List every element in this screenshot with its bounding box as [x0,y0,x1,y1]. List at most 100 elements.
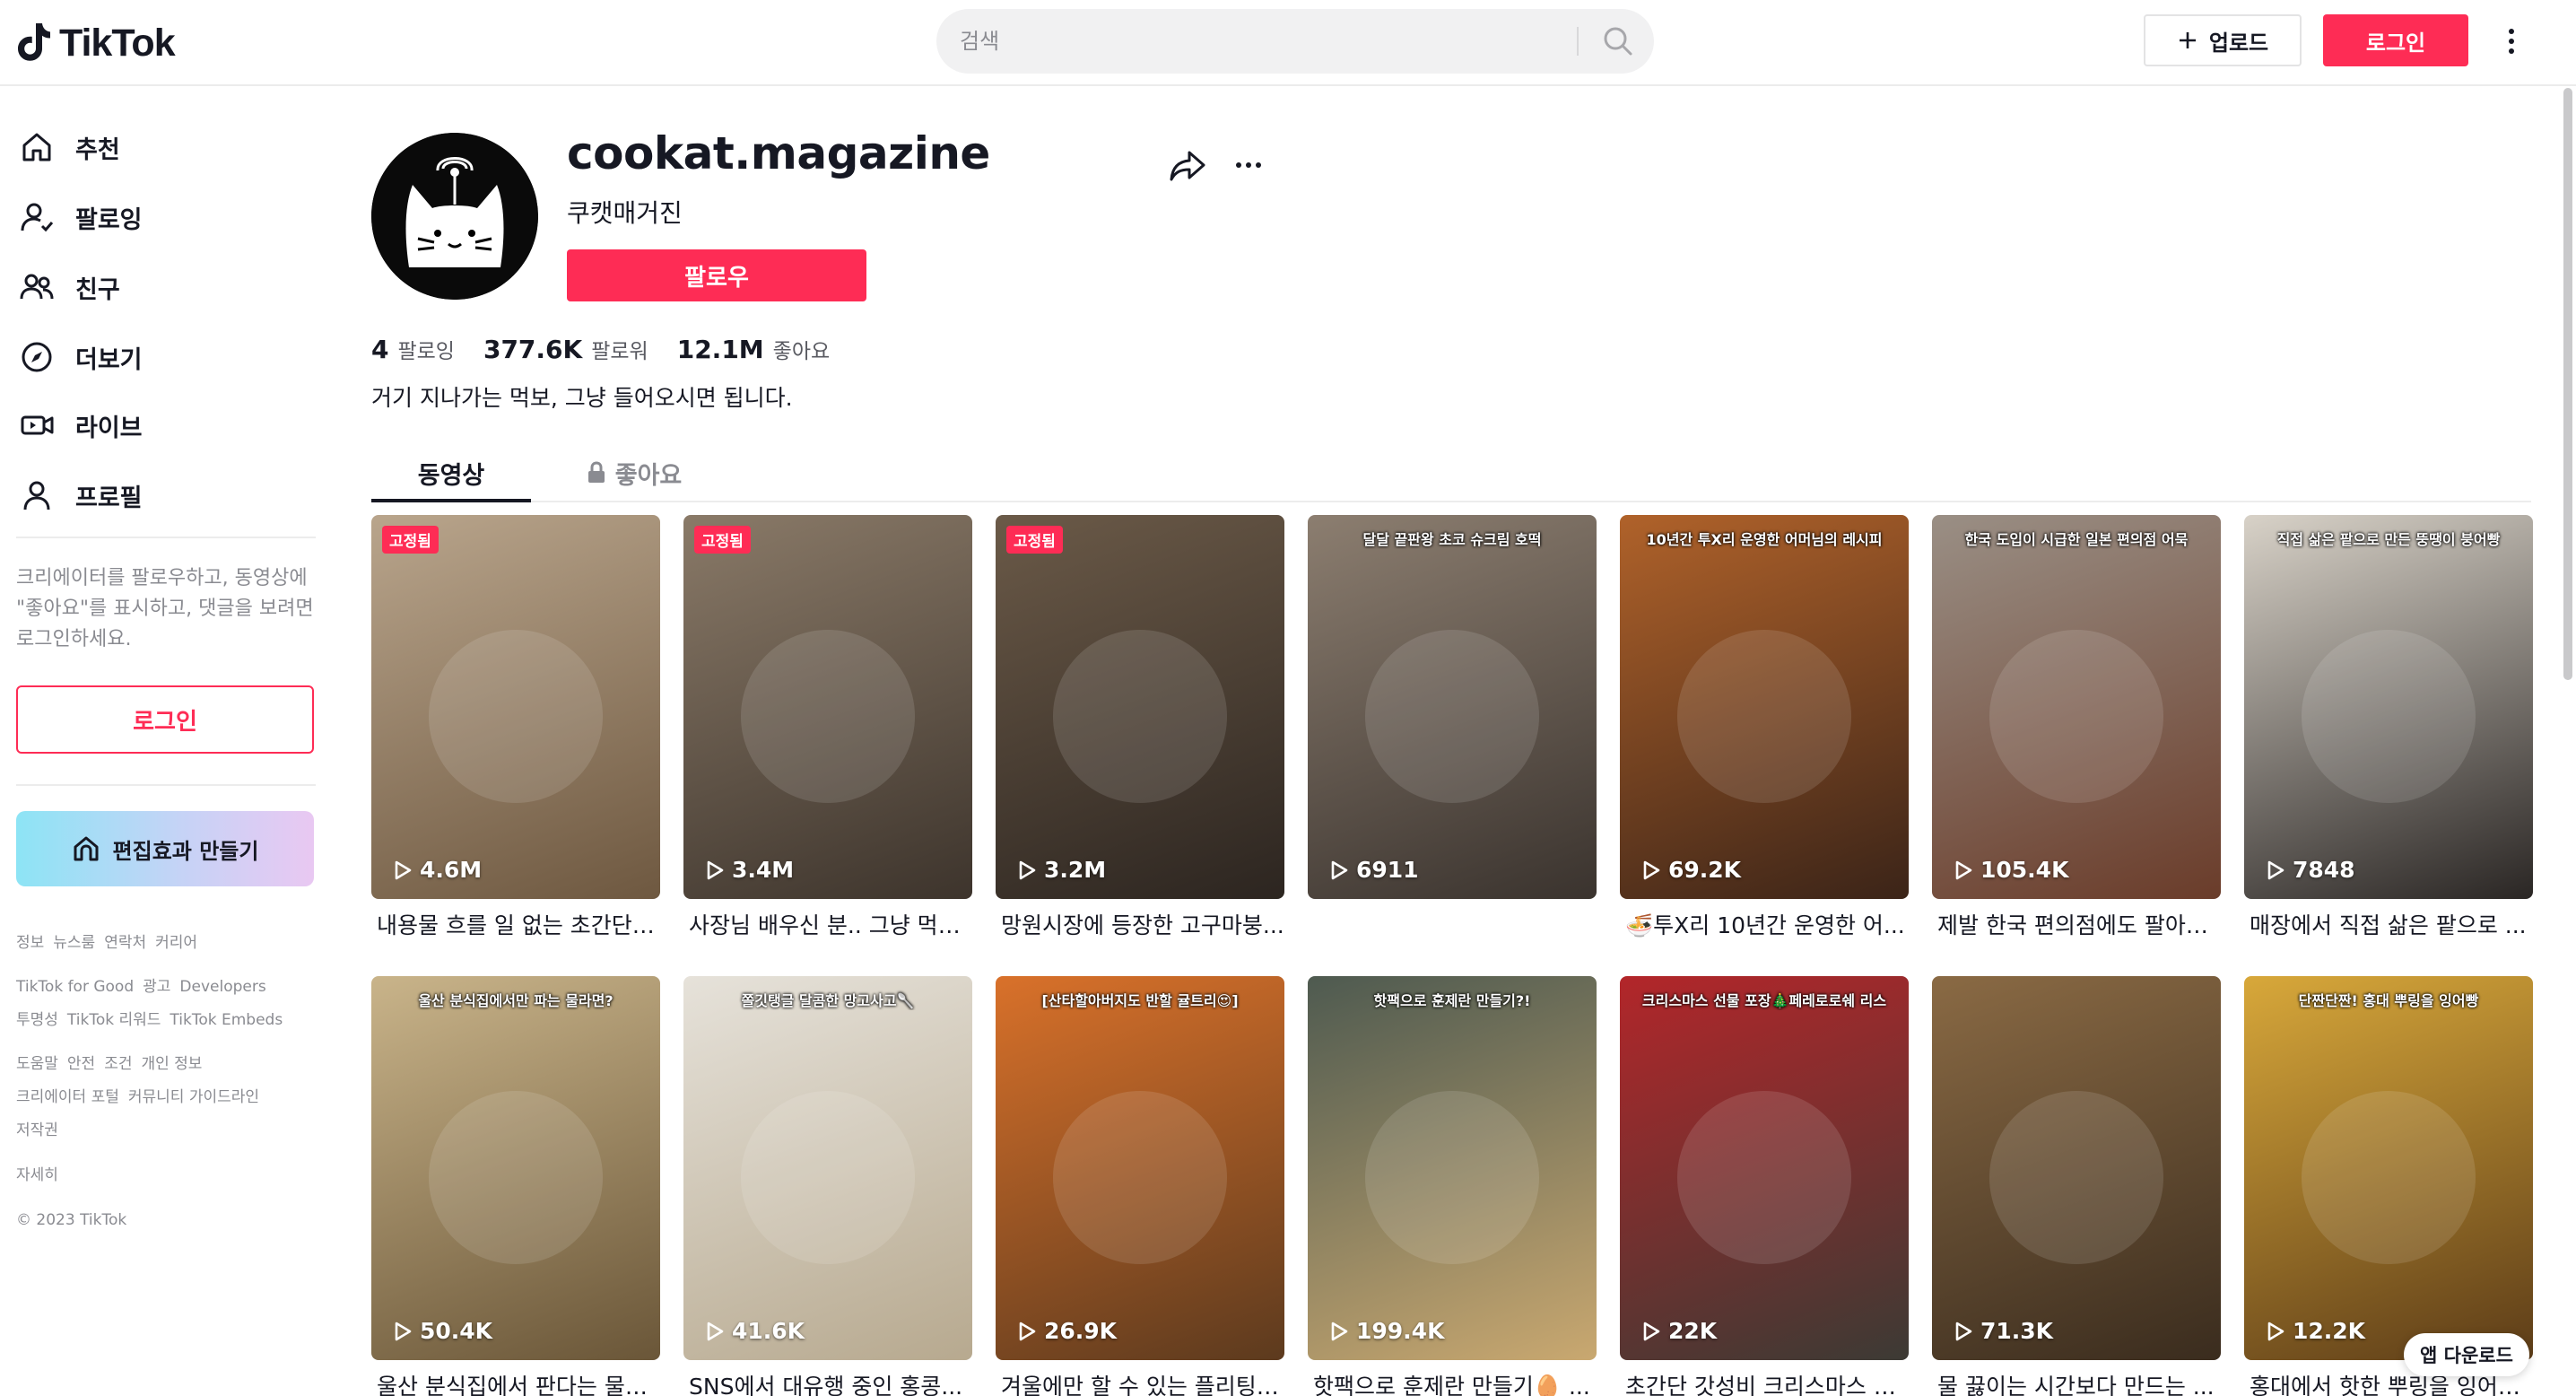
thumbnail-image [1053,630,1227,803]
video-thumbnail[interactable]: 고정됨 3.4M [683,515,972,899]
video-caption[interactable]: 초간단 갓성비 크리스마스 선... [1625,1369,1909,1396]
footer-link[interactable]: TikTok Embeds [170,1011,283,1029]
footer-link[interactable]: TikTok for Good [16,978,134,996]
play-count-value: 69.2K [1668,857,1742,883]
video-caption[interactable]: 겨울에만 할 수 있는 플리팅 ... [1001,1369,1284,1396]
sidebar-item-friends[interactable]: 친구 [16,260,321,314]
copyright: © 2023 TikTok [16,1208,321,1232]
play-count-value: 50.4K [420,1318,493,1344]
footer-link[interactable]: 개인 정보 [141,1055,202,1073]
footer-link[interactable]: 커리어 [155,934,197,952]
video-caption[interactable]: 내용물 흐를 일 없는 초간단 ... [377,908,660,940]
sidebar-item-label: 프로필 [75,484,143,512]
create-effects-button[interactable]: 편집효과 만들기 [16,811,314,886]
footer-link[interactable]: 저작권 [16,1121,58,1139]
dot [1236,162,1241,168]
explore-icon [16,336,57,378]
sidebar-item-profile[interactable]: 프로필 [16,468,321,522]
video-thumbnail[interactable]: 71.3K [1932,976,2221,1360]
profile-tabs: 동영상 좋아요 [371,445,2531,502]
play-count: 71.3K [1954,1318,2053,1344]
search-button[interactable] [1582,9,1654,74]
sidebar-item-following[interactable]: 팔로잉 [16,190,321,244]
search-icon [1604,27,1632,56]
video-thumbnail[interactable]: 직접 삶은 팥으로 만든 뚱땡이 붕어빵 7848 [2244,515,2533,899]
search-input[interactable] [960,9,1588,74]
video-thumbnail[interactable]: 단짠단짠! 홍대 뿌링을 잉어빵 12.2K [2244,976,2533,1360]
scrollbar[interactable] [2563,88,2572,680]
footer-link[interactable]: 연락처 [104,934,146,952]
play-count: 199.4K [1329,1318,1444,1344]
logo-text: TikTok [59,21,176,65]
thumbnail-image [1365,630,1539,803]
effect-house-icon [74,836,99,861]
follow-button[interactable]: 팔로우 [567,249,866,301]
video-caption[interactable]: 사장님 배우신 분.. 그냥 먹어... [689,908,972,940]
footer-link[interactable]: 투명성 [16,1011,58,1029]
sidebar-item-live[interactable]: 라이브 [16,398,321,452]
thumbnail-image [1989,630,2163,803]
upload-button[interactable]: 업로드 [2144,14,2302,66]
footer-link[interactable]: 조건 [104,1055,132,1073]
video-thumbnail[interactable]: 크리스마스 선물 포장🎄페레로로쉐 리스 22K [1620,976,1909,1360]
play-count: 26.9K [1017,1318,1117,1344]
play-count-value: 105.4K [1980,857,2069,883]
share-button[interactable] [1168,145,1207,185]
video-thumbnail[interactable]: 10년간 투X리 운영한 어머님의 레시피 69.2K [1620,515,1909,899]
tiktok-logo[interactable]: TikTok [16,20,176,66]
thumbnail-image [741,1091,915,1264]
footer-link[interactable]: TikTok 리워드 [67,1011,161,1029]
footer-link[interactable]: 크리에이터 포털 [16,1088,119,1106]
footer-link[interactable]: 커뮤니티 가이드라인 [128,1088,259,1106]
profile-icon [16,475,57,516]
footer-link[interactable]: 뉴스룸 [53,934,95,952]
thumbnail-overlay-text: 쫄깃탱글 달콤한 망고사고🥄 [741,992,915,1009]
video-thumbnail[interactable]: 고정됨 4.6M [371,515,660,899]
followers-stat[interactable]: 377.6K 팔로워 [483,334,648,364]
video-caption[interactable]: 🍜투X리 10년간 운영한 어... [1625,908,1909,940]
footer-link[interactable]: 도움말 [16,1055,58,1073]
sidebar-item-explore[interactable]: 더보기 [16,330,321,384]
profile-stats: 4 팔로잉 377.6K 팔로워 12.1M 좋아요 [371,334,830,364]
login-button-sidebar[interactable]: 로그인 [16,685,314,754]
thumbnail-overlay-text: 울산 분식집에서만 파는 물라면? [418,992,614,1009]
footer-links-row: 크리에이터 포털 커뮤니티 가이드라인 [16,1086,321,1109]
video-thumbnail[interactable]: 달달 끝판왕 초코 슈크림 호떡 6911 [1308,515,1597,899]
video-caption[interactable]: 망원시장에 등장한 고구마붕... [1001,908,1284,940]
sidebar-item-for-you[interactable]: 추천 [16,120,321,174]
video-caption[interactable]: SNS에서 대유행 중인 홍콩... [689,1369,972,1396]
video-thumbnail[interactable]: 한국 도입이 시급한 일본 편의점 어묵 105.4K [1932,515,2221,899]
video-caption[interactable]: 울산 분식집에서 판다는 물라... [377,1369,660,1396]
video-caption[interactable]: 제발 한국 편의점에도 팔아줬... [1937,908,2221,940]
play-count: 12.2K [2266,1318,2365,1344]
login-button-header[interactable]: 로그인 [2323,14,2468,66]
video-caption[interactable]: 매장에서 직접 삶은 팥으로 ... [2250,908,2533,940]
footer-link[interactable]: 자세히 [16,1166,58,1184]
dot [2509,29,2514,34]
app-download-button[interactable]: 앱 다운로드 [2404,1333,2529,1376]
play-count: 4.6M [393,857,482,883]
video-caption[interactable]: 핫팩으로 훈제란 만들기🥚 ... [1313,1369,1597,1396]
footer-link[interactable]: 정보 [16,934,44,952]
video-thumbnail[interactable]: 울산 분식집에서만 파는 물라면? 50.4K [371,976,660,1360]
video-thumbnail[interactable]: 쫄깃탱글 달콤한 망고사고🥄 41.6K [683,976,972,1360]
footer-link[interactable]: Developers [179,978,265,996]
profile-more-button[interactable] [1229,145,1268,185]
following-count: 4 [371,335,389,364]
following-stat[interactable]: 4 팔로잉 [371,334,455,364]
video-thumbnail[interactable]: 핫팩으로 훈제란 만들기?! 199.4K [1308,976,1597,1360]
tab-videos[interactable]: 동영상 [371,445,531,501]
video-thumbnail[interactable]: [산타할아버지도 반할 귤트리😍] 26.9K [996,976,1284,1360]
avatar[interactable] [371,133,538,300]
tiktok-logo-icon [18,23,50,61]
play-icon [395,1322,412,1340]
footer-link[interactable]: 광고 [143,978,170,996]
play-count-value: 26.9K [1044,1318,1118,1344]
play-icon [2267,860,2284,879]
tab-liked[interactable]: 좋아요 [554,445,714,501]
footer-link[interactable]: 안전 [67,1055,95,1073]
video-caption[interactable]: 물 끓이는 시간보다 만드는 ... [1937,1369,2221,1396]
video-thumbnail[interactable]: 고정됨 3.2M [996,515,1284,899]
thumbnail-image [741,630,915,803]
more-options-button[interactable] [2493,20,2529,63]
